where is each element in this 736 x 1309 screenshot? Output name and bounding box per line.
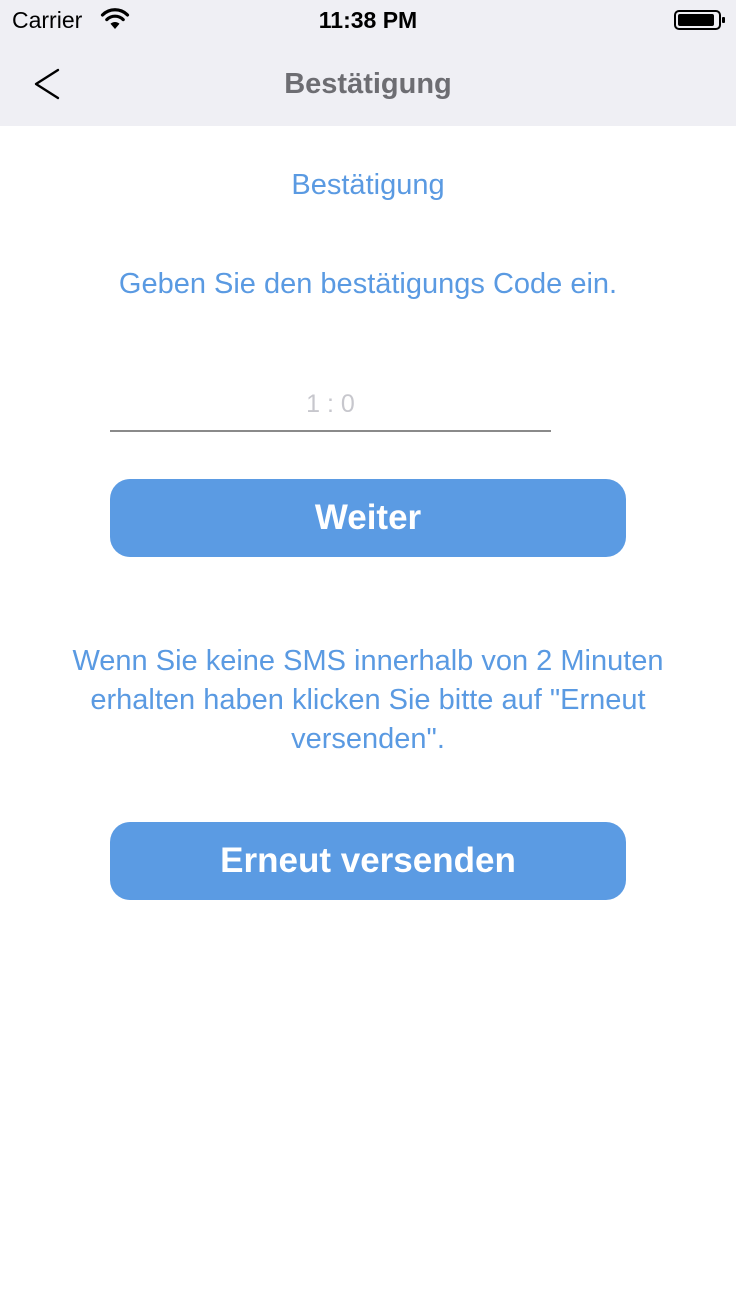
nav-title: Bestätigung (284, 68, 452, 100)
resend-button[interactable]: Erneut versenden (110, 822, 626, 900)
sms-info-text: Wenn Sie keine SMS innerhalb von 2 Minut… (72, 645, 664, 755)
header: Carrier 11:38 PM Bestätigung (0, 0, 736, 126)
instruction-text: Geben Sie den bestätigungs Code ein. (118, 268, 618, 300)
battery-icon (674, 10, 725, 30)
status-bar: Carrier 11:38 PM (0, 0, 736, 40)
navigation-bar: Bestätigung (0, 40, 736, 126)
verification-code-input[interactable] (110, 378, 551, 432)
status-time: 11:38 PM (318, 7, 418, 33)
page-title: Bestätigung (291, 169, 445, 201)
continue-button[interactable]: Weiter (110, 479, 626, 557)
